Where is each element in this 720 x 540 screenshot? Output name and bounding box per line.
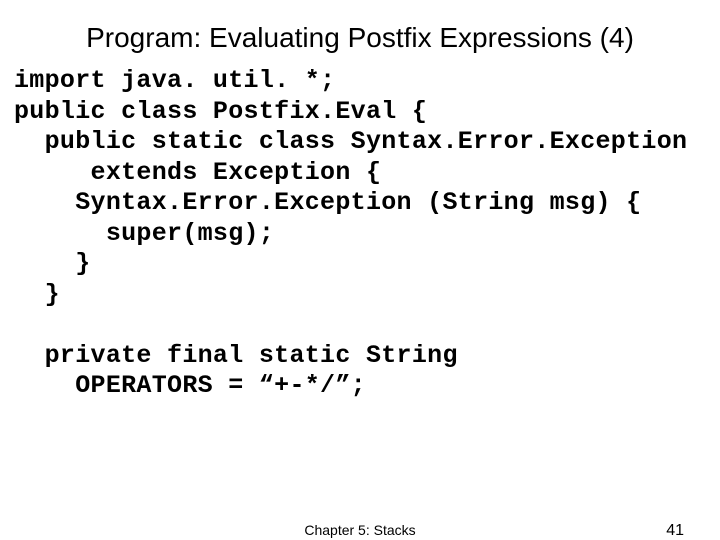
footer-chapter-label: Chapter 5: Stacks	[304, 522, 415, 538]
footer-page-number: 41	[666, 522, 684, 540]
slide-title: Program: Evaluating Postfix Expressions …	[0, 0, 720, 66]
code-block: import java. util. *; public class Postf…	[0, 66, 720, 402]
